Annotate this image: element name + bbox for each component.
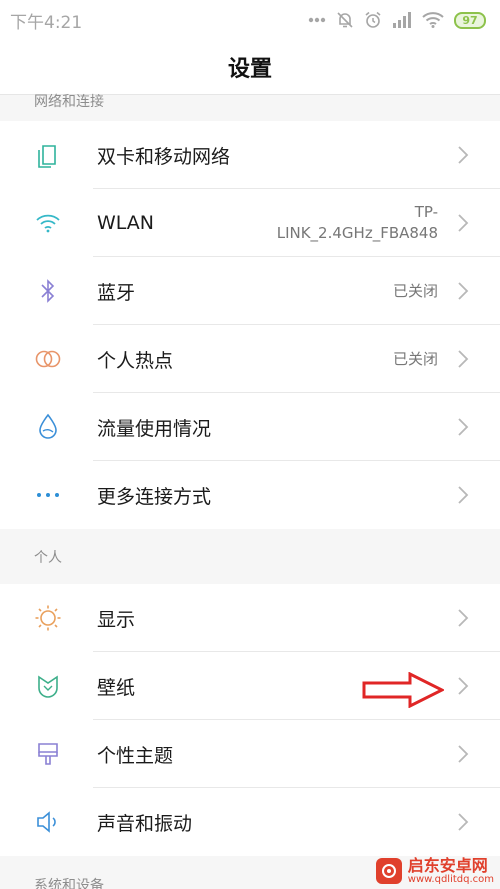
settings-item-sound[interactable]: 声音和振动 [0,788,500,856]
watermark-text: 启东安卓网 www.qdlitdq.com [407,855,494,885]
brightness-icon [34,604,62,632]
settings-item-display[interactable]: 显示 [0,584,500,652]
chevron-right-icon [456,213,470,233]
watermark: 启东安卓网 www.qdlitdq.com [375,855,494,885]
speaker-icon [34,808,62,836]
hotspot-status: 已关闭 [392,349,438,368]
bluetooth-icon [34,277,62,305]
settings-item-data-usage[interactable]: 流量使用情况 [0,393,500,461]
settings-item-hotspot[interactable]: 个人热点 已关闭 [0,325,500,393]
settings-item-dual-sim[interactable]: 双卡和移动网络 [0,121,500,189]
settings-item-label: 双卡和移动网络 [97,145,231,168]
wlan-value-line-2: LINK_2.4GHz_FBA848 [276,224,438,242]
network-settings-list: 双卡和移动网络 WLAN TP- LINK_2.4GHz_FBA848 蓝牙 已… [0,121,500,529]
personal-settings-list: 显示 壁纸 个性主题 声音和振动 [0,584,500,856]
chevron-right-icon [456,417,470,437]
section-title-network: 网络和连接 [34,94,104,110]
watermark-logo-icon [375,858,402,885]
hotspot-icon [34,345,62,373]
wlan-value-line-1: TP- [414,203,438,221]
watermark-url: www.qdlitdq.com [407,873,494,885]
annotation-arrow-icon [362,671,446,712]
settings-item-label: 个性主题 [97,744,174,767]
status-time: 下午4:21 [10,12,83,33]
bluetooth-status: 已关闭 [392,281,438,300]
wallpaper-icon [34,672,62,700]
section-title-personal: 个人 [34,550,62,566]
chevron-right-icon [456,349,470,369]
settings-item-label: 更多连接方式 [97,485,212,508]
wlan-network-name: TP- LINK_2.4GHz_FBA848 [277,202,438,244]
settings-item-theme[interactable]: 个性主题 [0,720,500,788]
settings-item-bluetooth[interactable]: 蓝牙 已关闭 [0,257,500,325]
dual-sim-icon [34,141,62,169]
wifi-icon [34,209,62,237]
settings-item-label: 流量使用情况 [97,417,212,440]
settings-item-label: 壁纸 [97,676,136,699]
status-bar: 下午4:21 97 [0,0,500,40]
chevron-right-icon [456,608,470,628]
mute-bell-icon [336,11,354,29]
chevron-right-icon [456,744,470,764]
watermark-name: 启东安卓网 [407,855,488,875]
settings-item-label: WLAN [97,212,155,234]
chevron-right-icon [456,281,470,301]
data-usage-icon [34,413,62,441]
chevron-right-icon [456,485,470,505]
theme-brush-icon [34,740,62,768]
settings-item-label: 蓝牙 [97,281,136,304]
settings-item-label: 声音和振动 [97,812,193,835]
status-icons: 97 [308,11,486,29]
settings-item-label: 个人热点 [97,349,174,372]
chevron-right-icon [456,812,470,832]
more-dots-icon [34,481,62,509]
settings-item-wlan[interactable]: WLAN TP- LINK_2.4GHz_FBA848 [0,189,500,257]
signal-icon [392,12,412,28]
more-notifications-icon [308,17,326,23]
chevron-right-icon [456,676,470,696]
page-title: 设置 [0,40,500,94]
chevron-right-icon [456,145,470,165]
status-wifi-icon [422,12,444,28]
alarm-clock-icon [364,11,382,29]
battery-indicator: 97 [454,11,486,29]
settings-item-more-connections[interactable]: 更多连接方式 [0,461,500,529]
settings-item-label: 显示 [97,608,136,631]
